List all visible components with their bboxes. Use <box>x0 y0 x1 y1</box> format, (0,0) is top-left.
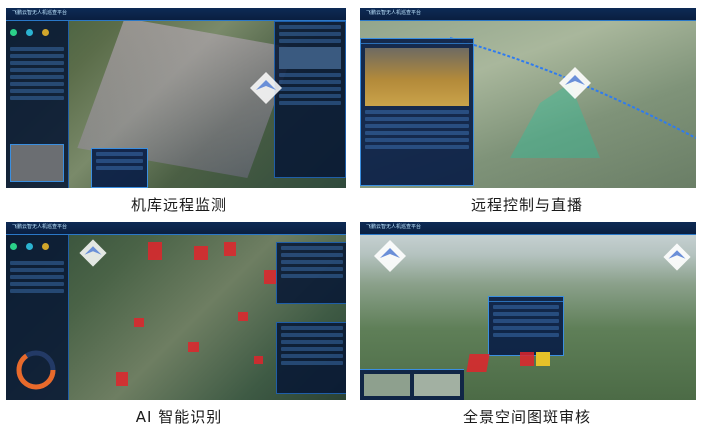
flight-list-panel <box>91 148 148 188</box>
screenshot-ai-recognition: 飞鹏云智无人机巡查平台 <box>6 222 346 400</box>
detected-patch[interactable] <box>116 372 128 386</box>
popup-title <box>489 297 563 302</box>
left-stats-panel <box>6 235 69 400</box>
app-title: 飞鹏云智无人机巡查平台 <box>12 224 68 230</box>
detected-patch[interactable] <box>188 342 199 352</box>
detected-patch[interactable] <box>224 242 236 256</box>
drone-icon <box>663 243 691 271</box>
status-icon <box>26 29 34 36</box>
live-video-popup <box>360 38 474 186</box>
detected-patch[interactable] <box>254 356 263 364</box>
drone-icon <box>250 72 282 104</box>
screenshot-remote-control: 飞鹏云智无人机巡查平台 <box>360 8 696 188</box>
detection-result-panel <box>276 242 346 304</box>
screenshot-panorama-review: 飞鹏云智无人机巡查平台 <box>360 222 696 400</box>
top-nav-bar: 飞鹏云智无人机巡查平台 <box>6 8 346 21</box>
drone-icon <box>559 67 591 99</box>
drone-icon <box>79 239 107 267</box>
app-title: 飞鹏云智无人机巡查平台 <box>12 10 68 16</box>
detected-patch[interactable] <box>148 242 162 260</box>
status-icon <box>42 29 50 36</box>
stat-icon <box>10 243 17 250</box>
thumbnail-image[interactable] <box>364 374 410 396</box>
caption-panorama-review: 全景空间图斑审核 <box>462 408 591 426</box>
left-status-panel <box>6 21 69 188</box>
top-nav-bar: 飞鹏云智无人机巡查平台 <box>6 222 346 235</box>
live-video-feed[interactable] <box>365 48 469 106</box>
screenshot-hangar-monitoring: 飞鹏云智无人机巡查平台 <box>6 8 346 188</box>
drone-icon <box>374 240 406 272</box>
detected-patch[interactable] <box>520 352 534 366</box>
caption-remote-control: 远程控制与直播 <box>470 196 583 214</box>
detection-list-panel <box>276 322 346 394</box>
camera-thumbnail[interactable] <box>10 144 64 182</box>
app-title: 飞鹏云智无人机巡查平台 <box>366 224 422 230</box>
caption-ai-recognition: AI 智能识别 <box>135 408 223 426</box>
detected-patch[interactable] <box>466 354 490 372</box>
status-icon <box>10 29 17 36</box>
popup-title <box>361 39 473 44</box>
detected-patch[interactable] <box>238 312 248 321</box>
patch-review-popup <box>488 296 564 356</box>
stat-icon <box>42 243 50 250</box>
ring-chart <box>16 350 56 390</box>
top-nav-bar: 飞鹏云智无人机巡查平台 <box>360 222 696 235</box>
detected-patch[interactable] <box>194 246 208 260</box>
detected-patch[interactable] <box>134 318 144 327</box>
pilot-avatar <box>279 47 341 69</box>
thumbnail-image[interactable] <box>414 374 460 396</box>
thumbnail-strip <box>360 369 464 400</box>
stat-icon <box>26 243 34 250</box>
caption-hangar-monitoring: 机库远程监测 <box>130 196 227 214</box>
detected-patch[interactable] <box>536 352 550 366</box>
